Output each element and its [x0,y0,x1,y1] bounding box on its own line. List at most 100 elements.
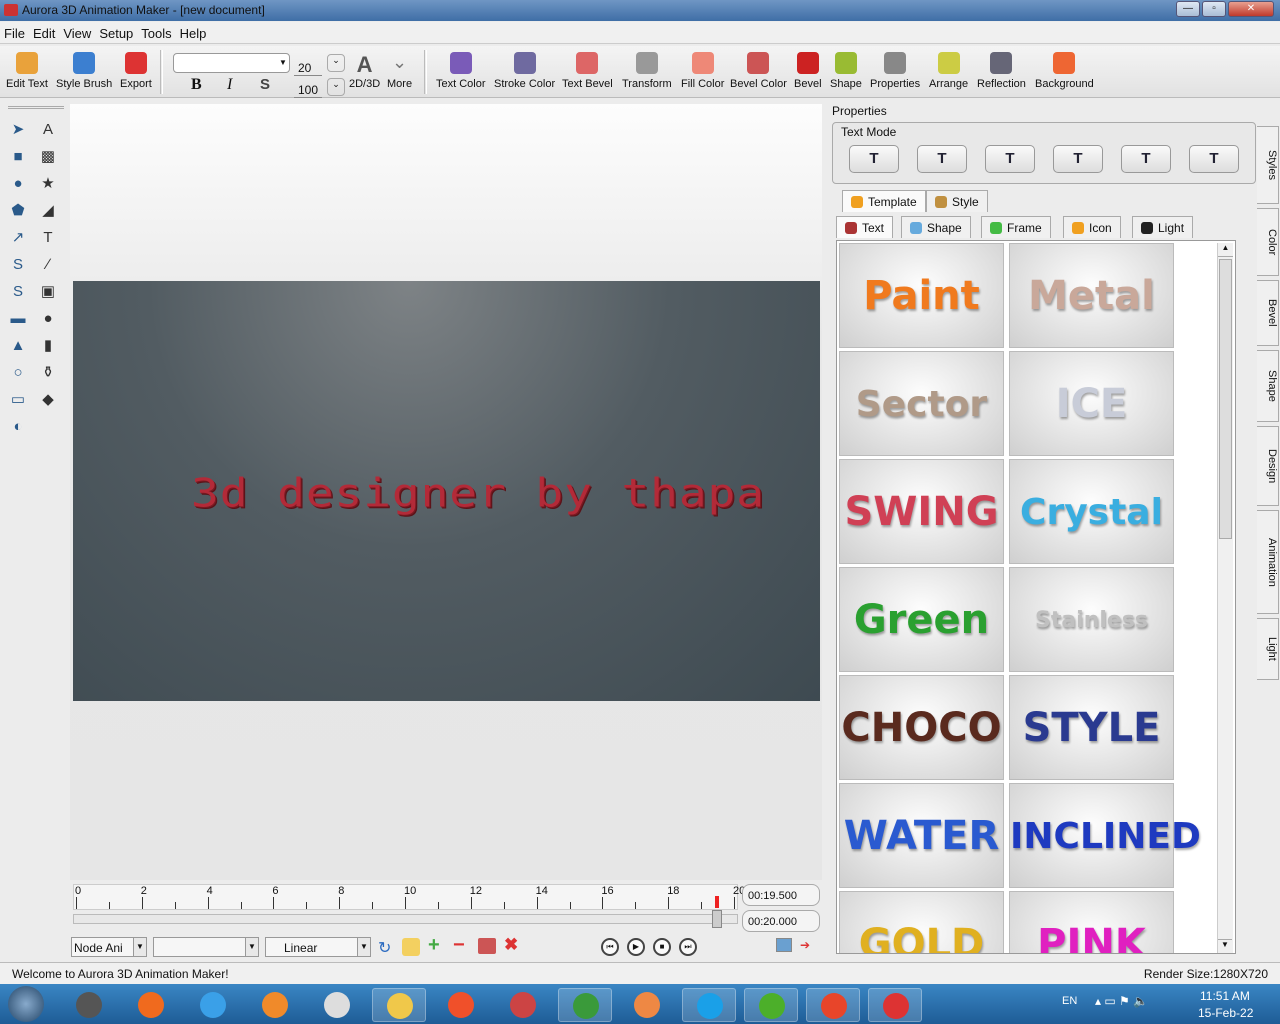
gallery-scrollbar[interactable]: ▲ ▼ [1217,243,1233,953]
italic-button[interactable]: I [227,76,232,94]
subtab-shape[interactable]: Shape [901,216,971,238]
time-slider-thumb[interactable] [712,910,722,928]
sphere-icon[interactable]: ● [38,309,58,329]
font-name-select[interactable]: ▼ [173,53,290,73]
menu-file[interactable]: File [0,22,29,41]
taskbar-photos[interactable] [620,988,674,1022]
template-ice[interactable]: ICE [1009,351,1174,456]
taskbar-firefox[interactable] [124,988,178,1022]
toolbar-edit-text-button[interactable]: Edit Text [6,52,48,90]
side-tab-bevel[interactable]: Bevel [1257,280,1279,346]
subtab-icon[interactable]: Icon [1063,216,1121,238]
pentagon-icon[interactable]: ⬟ [8,201,28,221]
export-video-icon[interactable]: ➔ [800,938,810,952]
side-tab-design[interactable]: Design [1257,426,1279,506]
preview-text[interactable]: 3d designer by thapa [148,470,808,516]
text-mode-button-3[interactable]: T [985,145,1035,173]
image-icon[interactable]: ▭ [8,390,28,410]
minimize-button[interactable]: — [1176,1,1200,17]
play-icon[interactable]: ▶ [627,938,645,956]
font-size-field[interactable]: 20 [294,58,322,76]
more-button[interactable]: ⌄ More [387,52,412,90]
vase-icon[interactable]: ⚱ [38,363,58,383]
taskbar-file-explorer[interactable] [372,988,426,1022]
torus-icon[interactable]: ○ [8,363,28,383]
select-arrow-icon[interactable]: ➤ [8,120,28,140]
current-time[interactable]: 00:19.500 [742,884,820,906]
toolbar-text-color-button[interactable]: Text Color [436,52,486,90]
side-tab-animation[interactable]: Animation [1257,510,1279,614]
interpolation-select[interactable]: Linear ▼ [265,937,371,957]
preview-icon[interactable] [776,938,792,952]
refresh-icon[interactable]: ↻ [378,938,391,958]
bold-button[interactable]: B [191,76,202,94]
side-tab-color[interactable]: Color [1257,208,1279,276]
leaf-shape-icon[interactable]: ◢ [38,201,58,221]
cone-icon[interactable]: ▲ [8,336,28,356]
taskbar-aurora-active[interactable] [868,988,922,1022]
circle-icon[interactable]: ● [8,174,28,194]
toolbar-shape-button[interactable]: Shape [830,52,862,90]
depth-stepper[interactable]: ⌄ [327,78,345,96]
s-3d-icon[interactable]: S [8,282,28,302]
template-swing[interactable]: SWING [839,459,1004,564]
clock-time[interactable]: 11:51 AM [1200,989,1250,1003]
template-choco[interactable]: CHOCO [839,675,1004,780]
cylinder-icon[interactable]: ▬ [8,309,28,329]
taskbar-internet-explorer[interactable] [186,988,240,1022]
toolbar-fill-color-button[interactable]: Fill Color [681,52,724,90]
text-mode-button-6[interactable]: T [1189,145,1239,173]
text-mode-button-1[interactable]: T [849,145,899,173]
toolbar-reflection-button[interactable]: Reflection [977,52,1026,90]
taskbar-camtasia-recorder[interactable] [806,988,860,1022]
menu-setup[interactable]: Setup [95,22,137,41]
text-tool-icon[interactable]: A [38,120,58,140]
tab-template[interactable]: Template [842,190,926,212]
template-paint[interactable]: Paint [839,243,1004,348]
toolbar-background-button[interactable]: Background [1035,52,1094,90]
template-green[interactable]: Green [839,567,1004,672]
taskbar-aurora[interactable] [62,988,116,1022]
cube-icon[interactable]: ▣ [38,282,58,302]
stop-icon[interactable]: ■ [653,938,671,956]
template-pink[interactable]: PINK [1009,891,1174,953]
tray-icons[interactable]: ▴ ▭ ⚑ 🔈 [1095,994,1148,1008]
text-mode-button-2[interactable]: T [917,145,967,173]
taskbar-camtasia[interactable] [744,988,798,1022]
track-select[interactable]: ▼ [153,937,259,957]
scroll-down-icon[interactable]: ▼ [1218,939,1232,953]
scroll-thumb[interactable] [1219,259,1232,539]
toolbar-bevel-button[interactable]: Bevel [794,52,822,90]
line-icon[interactable]: ∕ [38,255,58,275]
model-icon[interactable]: ◆ [38,390,58,410]
subtab-light[interactable]: Light [1132,216,1194,238]
scroll-up-icon[interactable]: ▲ [1218,243,1233,257]
subtab-frame[interactable]: Frame [981,216,1051,238]
taskbar-scanner[interactable] [310,988,364,1022]
menu-edit[interactable]: Edit [29,22,59,41]
subtab-text[interactable]: Text [836,216,894,238]
wave-icon[interactable]: ◐ [8,417,28,437]
close-button[interactable]: ✕ [1228,1,1274,17]
split-key-icon[interactable] [478,938,496,954]
star-icon[interactable]: ★ [38,174,58,194]
text-mode-button-4[interactable]: T [1053,145,1103,173]
toolbar-arrange-button[interactable]: Arrange [929,52,968,90]
s-shape-icon[interactable]: S [8,255,28,275]
toolbar-export-button[interactable]: Export [120,52,152,90]
taskbar-skype[interactable] [682,988,736,1022]
rectangle-icon[interactable]: ■ [8,147,28,167]
delete-icon[interactable]: ✖ [504,935,518,955]
menu-help[interactable]: Help [176,22,211,41]
node-ani-select[interactable]: Node Ani ▼ [71,937,147,957]
template-stainless-steel[interactable]: Stainless Steel [1009,567,1174,738]
template-water[interactable]: WATER [839,783,1004,888]
taskbar-media-player[interactable] [248,988,302,1022]
text-box-icon[interactable]: T [38,228,58,248]
template-inclined[interactable]: INCLINED [1009,783,1201,888]
toolbar-stroke-color-button[interactable]: Stroke Color [494,52,555,90]
taskbar-chrome[interactable] [558,988,612,1022]
side-tab-styles[interactable]: Styles [1257,126,1279,204]
toolbar-transform-button[interactable]: Transform [622,52,672,90]
template-style[interactable]: STYLE [1009,675,1174,780]
